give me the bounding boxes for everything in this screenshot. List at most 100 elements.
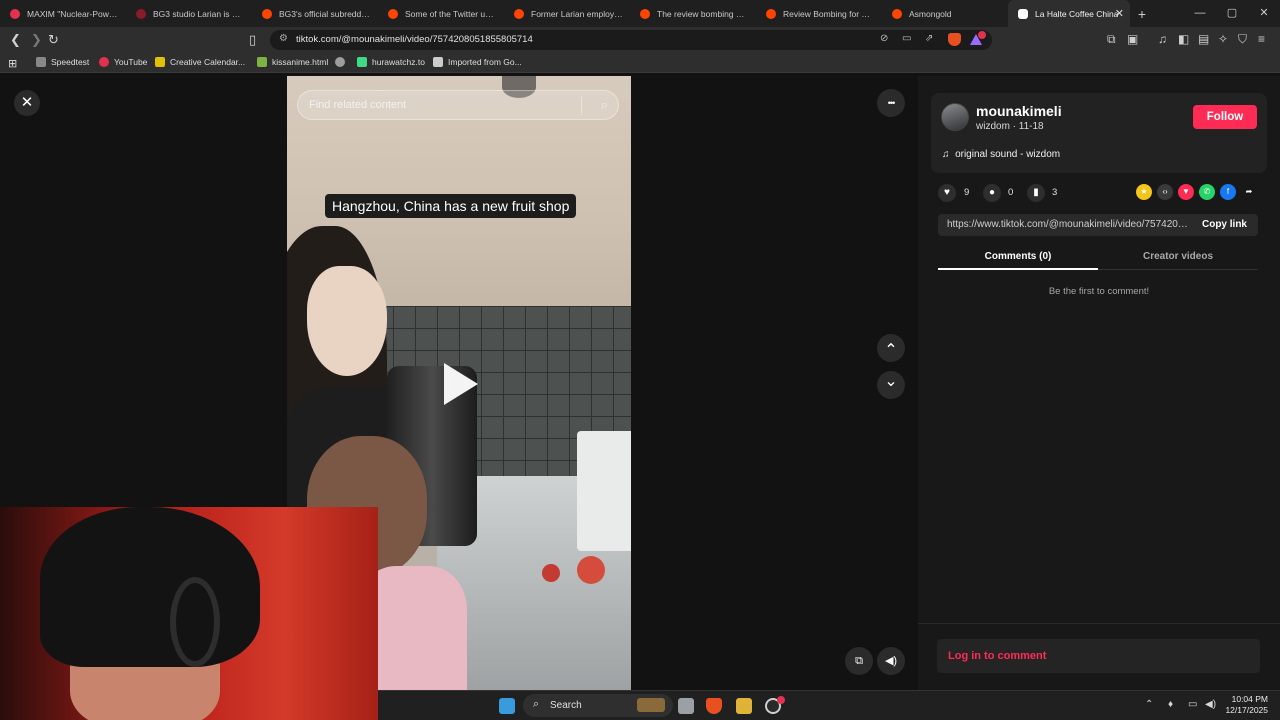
- bookmark-item[interactable]: kissanime.html: [257, 57, 328, 67]
- browser-tab[interactable]: The review bombing of Di: [630, 0, 756, 27]
- facebook-icon[interactable]: f: [1220, 184, 1236, 200]
- extensions-icon[interactable]: ⧉: [1107, 32, 1116, 47]
- author-username[interactable]: mounakimeli: [976, 103, 1062, 119]
- tab-title: Review Bombing for Divin: [783, 8, 875, 19]
- translate-icon[interactable]: ⊘: [880, 33, 888, 44]
- next-video-button[interactable]: ⌄: [877, 371, 905, 399]
- reload-icon[interactable]: ↻: [48, 32, 59, 48]
- tab-comments[interactable]: Comments (0): [938, 251, 1098, 262]
- more-icon: •••: [887, 98, 896, 108]
- vpn-icon[interactable]: ⛉: [1238, 32, 1247, 47]
- maximize-button[interactable]: ▢: [1216, 0, 1248, 27]
- embed-icon[interactable]: ‹›: [1157, 184, 1173, 200]
- bookmark-favicon-icon: [36, 57, 46, 67]
- windows-taskbar: ⌕ Search ⌃ ♦ ▭ ◀) 10:04 PM 12/17/2025: [378, 690, 1280, 720]
- empty-comments-text: Be the first to comment!: [1048, 286, 1150, 297]
- microphone-icon[interactable]: ♦: [1168, 699, 1173, 710]
- leo-ai-icon[interactable]: ✧: [1218, 32, 1228, 46]
- apps-grid-icon[interactable]: ⊞: [8, 57, 17, 70]
- tiktok-page: ✕ Find related content ⌕ Hangzhou, China…: [0, 76, 1280, 720]
- related-search-input[interactable]: Find related content ⌕: [297, 90, 619, 120]
- whatsapp-icon[interactable]: ✆: [1199, 184, 1215, 200]
- tab-creator-videos[interactable]: Creator videos: [1098, 251, 1258, 262]
- bookmark-item[interactable]: Speedtest: [36, 57, 89, 67]
- webcam-hair: [40, 507, 260, 667]
- browser-tab[interactable]: MAXIM "Nuclear-Powered: [0, 0, 126, 27]
- tab-favicon-icon: [262, 8, 272, 19]
- sidebar-icon[interactable]: ◧: [1178, 32, 1189, 46]
- clock-date: 12/17/2025: [1225, 705, 1268, 715]
- speaker-icon[interactable]: ◀): [1205, 699, 1216, 710]
- network-icon[interactable]: ▭: [1188, 699, 1197, 710]
- pip-button[interactable]: ⧉: [845, 647, 873, 675]
- tab-close-icon[interactable]: ✕: [1115, 7, 1124, 20]
- bookmark-label: kissanime.html: [272, 57, 329, 67]
- browser-tab[interactable]: BG3's official subreddit cr: [252, 0, 378, 27]
- tab-favicon-icon: [136, 8, 146, 19]
- share-page-icon[interactable]: ⇗: [925, 33, 933, 44]
- sound-link[interactable]: ♫ original sound - wizdom: [942, 149, 1060, 160]
- search-icon[interactable]: ⌕: [601, 97, 608, 113]
- share-arrow-icon[interactable]: ➦: [1241, 184, 1257, 200]
- browser-tab[interactable]: Some of the Twitter users: [378, 0, 504, 27]
- tab-active[interactable]: La Halte Coffee China ✕: [1008, 0, 1130, 27]
- brave-browser-icon[interactable]: [706, 698, 722, 714]
- bookmark-label: hurawatchz.to: [372, 57, 425, 67]
- browser-tab[interactable]: Former Larian employee c: [504, 0, 630, 27]
- site-info-icon[interactable]: ⚙: [279, 33, 288, 44]
- back-icon[interactable]: ❮: [10, 32, 21, 48]
- bookmark-page-icon[interactable]: ▯: [249, 32, 256, 48]
- browser-tab[interactable]: BG3 studio Larian is using: [126, 0, 252, 27]
- close-window-button[interactable]: ✕: [1248, 0, 1280, 27]
- search-placeholder: Find related content: [309, 99, 407, 111]
- new-tab-button[interactable]: +: [1130, 6, 1154, 22]
- share-link-box: https://www.tiktok.com/@mounakimeli/vide…: [938, 214, 1258, 236]
- comment-count: 0: [1008, 187, 1014, 198]
- bookmark-favicon-icon: [155, 57, 165, 67]
- file-explorer-icon[interactable]: [736, 698, 752, 714]
- media-icon[interactable]: ♫: [1158, 32, 1167, 46]
- windows-start-icon[interactable]: [499, 698, 515, 714]
- video-fruit: [542, 564, 560, 582]
- volume-button[interactable]: ◀): [877, 647, 905, 675]
- bookmark-item[interactable]: YouTube: [99, 57, 147, 67]
- taskbar-search[interactable]: ⌕ Search: [523, 694, 673, 717]
- tab-title: MAXIM "Nuclear-Powered: [27, 8, 119, 19]
- more-options-button[interactable]: •••: [877, 89, 905, 117]
- rewards-badge: [978, 31, 986, 39]
- share-link-text[interactable]: https://www.tiktok.com/@mounakimeli/vide…: [947, 219, 1191, 230]
- bookmark-item[interactable]: [335, 57, 350, 67]
- follow-button[interactable]: Follow: [1193, 105, 1257, 129]
- show-hidden-icons[interactable]: ⌃: [1145, 699, 1153, 710]
- browser-tab[interactable]: Review Bombing for Divin: [756, 0, 882, 27]
- tab-favicon-icon: [640, 8, 650, 19]
- browser-tab[interactable]: Asmongold: [882, 0, 1008, 27]
- brave-wallet-icon[interactable]: ▤: [1198, 32, 1209, 46]
- video-caption: Hangzhou, China has a new fruit shop: [325, 194, 577, 218]
- bookmark-item[interactable]: Creative Calendar...: [155, 57, 245, 67]
- repost-icon[interactable]: ★: [1136, 184, 1152, 200]
- close-video-button[interactable]: ✕: [14, 90, 40, 116]
- cast-icon[interactable]: ▭: [902, 33, 911, 44]
- comment-icon[interactable]: ●: [983, 184, 1001, 202]
- bookmark-icon[interactable]: ▮: [1027, 184, 1045, 202]
- wallet-icon[interactable]: ▣: [1127, 32, 1138, 46]
- system-clock[interactable]: 10:04 PM 12/17/2025: [1225, 694, 1268, 716]
- video-info-panel: mounakimeli wizdom · 11-18 Follow ♫ orig…: [918, 76, 1280, 690]
- menu-icon[interactable]: ≡: [1258, 32, 1265, 46]
- forward-icon[interactable]: ❯: [31, 32, 42, 48]
- copy-link-button[interactable]: Copy link: [1202, 219, 1247, 230]
- brave-shield-icon[interactable]: [948, 33, 961, 46]
- avatar[interactable]: [941, 103, 969, 131]
- search-highlight-icon: [637, 698, 665, 712]
- login-to-comment-button[interactable]: Log in to comment: [937, 639, 1260, 673]
- minimize-button[interactable]: —: [1184, 0, 1216, 27]
- play-icon[interactable]: [444, 363, 478, 405]
- previous-video-button[interactable]: ⌃: [877, 334, 905, 362]
- bookmark-item[interactable]: Imported from Go...: [433, 57, 522, 67]
- bookmark-item[interactable]: hurawatchz.to: [357, 57, 425, 67]
- heart-icon[interactable]: ♥: [938, 184, 956, 202]
- url-field[interactable]: ⚙ tiktok.com/@mounakimeli/video/75742080…: [270, 30, 992, 50]
- send-icon[interactable]: ▼: [1178, 184, 1194, 200]
- task-view-icon[interactable]: [678, 698, 694, 714]
